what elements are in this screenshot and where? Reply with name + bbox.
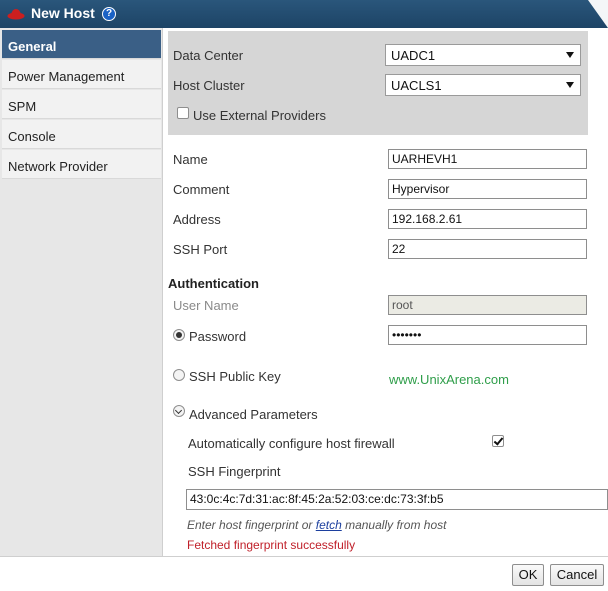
dropdown-arrow-icon [566,82,574,88]
sidebar-item-label: General [8,39,57,54]
password-value: ••••••• [392,328,422,342]
help-icon[interactable]: ? [102,7,116,21]
user-name-label: User Name [173,298,239,313]
use-external-providers-checkbox[interactable] [177,107,189,119]
comment-label: Comment [173,182,230,197]
data-center-select[interactable]: UADC1 [385,44,581,66]
data-center-value: UADC1 [391,48,436,63]
address-input[interactable]: 192.168.2.61 [388,209,587,229]
dropdown-arrow-icon [566,52,574,58]
ssh-public-key-radio[interactable] [173,369,185,381]
advanced-parameters-toggle[interactable]: Advanced Parameters [189,407,318,422]
ssh-fingerprint-label: SSH Fingerprint [188,464,281,479]
address-value: 192.168.2.61 [392,212,463,226]
user-name-value: root [392,298,413,312]
dialog-title: New Host [31,5,95,21]
dialog-footer: OK Cancel [0,556,608,591]
fingerprint-hint: Enter host fingerprint or fetch manually… [187,518,446,532]
sidebar-item-power-management[interactable]: Power Management [2,60,161,89]
cancel-button[interactable]: Cancel [550,564,604,586]
name-label: Name [173,152,208,167]
sidebar-item-label: Power Management [8,69,125,84]
data-center-label: Data Center [173,48,244,63]
host-cluster-label: Host Cluster [173,78,245,93]
comment-value: Hypervisor [392,182,450,196]
fingerprint-status-message: Fetched fingerprint successfully [187,538,356,552]
watermark-text: www.UnixArena.com [389,372,509,387]
ssh-port-label: SSH Port [173,242,228,257]
ssh-port-value: 22 [392,242,406,256]
chevron-down-icon[interactable] [173,405,185,417]
ssh-fingerprint-input[interactable]: 43:0c:4c:7d:31:ac:8f:45:2a:52:03:ce:dc:7… [186,489,608,510]
hint-suffix: manually from host [341,518,447,532]
auto-firewall-label: Automatically configure host firewall [188,436,395,451]
dialog-titlebar: New Host ? [0,0,608,28]
user-name-input: root [388,295,587,315]
ok-button[interactable]: OK [512,564,544,586]
comment-input[interactable]: Hypervisor [388,179,587,199]
ssh-port-input[interactable]: 22 [388,239,587,259]
sidebar-item-label: SPM [8,99,37,114]
titlebar-corner [588,0,608,28]
password-radio[interactable] [173,329,185,341]
ssh-public-key-label: SSH Public Key [189,369,281,384]
redhat-logo-icon [7,9,25,20]
use-external-providers-label: Use External Providers [193,108,326,123]
address-label: Address [173,212,221,227]
name-input[interactable]: UARHEVH1 [388,149,587,169]
authentication-title: Authentication [168,276,259,291]
sidebar: General Power Management SPM Console Net… [0,28,163,556]
password-label: Password [189,329,247,344]
ssh-fingerprint-value: 43:0c:4c:7d:31:ac:8f:45:2a:52:03:ce:dc:7… [190,492,444,506]
sidebar-item-label: Console [8,129,56,144]
name-value: UARHEVH1 [392,152,458,166]
auto-firewall-checkbox[interactable] [492,435,504,447]
password-input[interactable]: ••••••• [388,325,587,345]
sidebar-item-spm[interactable]: SPM [2,90,161,119]
fetch-link[interactable]: fetch [316,518,342,532]
host-cluster-value: UACLS1 [391,78,442,93]
sidebar-item-label: Network Provider [8,159,108,174]
sidebar-item-console[interactable]: Console [2,120,161,149]
sidebar-item-general[interactable]: General [2,30,161,59]
host-cluster-select[interactable]: UACLS1 [385,74,581,96]
sidebar-item-network-provider[interactable]: Network Provider [2,150,161,179]
hint-prefix: Enter host fingerprint or [187,518,316,532]
